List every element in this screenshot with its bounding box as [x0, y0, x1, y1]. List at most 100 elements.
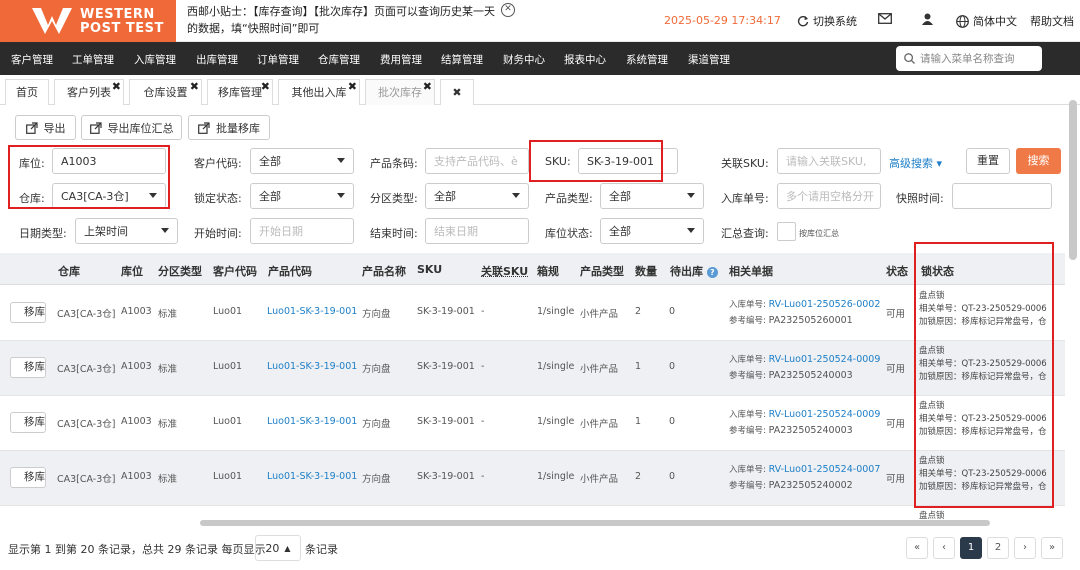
cell-product-code[interactable]: Luo01-SK-3-19-001: [267, 471, 357, 482]
vertical-scrollbar[interactable]: [1069, 100, 1077, 260]
switch-system-button[interactable]: 切换系统: [797, 13, 857, 29]
nav-item-finance[interactable]: 财务中心: [503, 52, 545, 67]
nav-item-inbound[interactable]: 入库管理: [134, 52, 176, 67]
nav-item-customer[interactable]: 客户管理: [11, 52, 53, 67]
tab-batch-inventory[interactable]: 批次库存 ✖: [365, 79, 435, 105]
location-status-select[interactable]: 全部: [600, 218, 704, 244]
cell-product-code[interactable]: Luo01-SK-3-19-001: [267, 416, 357, 427]
lock-status-select[interactable]: 全部: [250, 183, 354, 209]
help-link[interactable]: 帮助文档: [1030, 13, 1074, 29]
tab-customer-list[interactable]: 客户列表 ✖: [54, 79, 124, 105]
nav-item-report[interactable]: 报表中心: [564, 52, 606, 67]
product-type-select[interactable]: 全部: [600, 183, 704, 209]
close-icon[interactable]: ✖: [261, 81, 270, 92]
prev-page-button[interactable]: ‹: [933, 537, 955, 559]
cell-product-type: 小件产品: [580, 309, 619, 320]
user-button[interactable]: [922, 13, 933, 25]
nav-item-warehouse[interactable]: 仓库管理: [318, 52, 360, 67]
col-location: 库位: [121, 265, 143, 278]
nav-item-workorder[interactable]: 工单管理: [72, 52, 114, 67]
move-location-button[interactable]: 移库位: [10, 467, 46, 488]
nav-item-channel[interactable]: 渠道管理: [688, 52, 730, 67]
col-pending: 待出库 ?: [670, 263, 718, 279]
mail-button[interactable]: [878, 13, 892, 24]
logo-mark-icon: [32, 8, 72, 34]
nav-item-system[interactable]: 系统管理: [626, 52, 668, 67]
related-sku-input[interactable]: 请输入关联SKU,: [777, 148, 881, 174]
language-selector[interactable]: 简体中文: [956, 13, 1017, 29]
snapshot-input[interactable]: [952, 183, 1052, 209]
customer-code-select[interactable]: 全部: [250, 148, 354, 174]
cell-location: A1003: [121, 361, 152, 372]
location-status-label: 库位状态:: [545, 227, 593, 240]
logo-line1: WESTERN: [80, 7, 155, 22]
cell-status: 可用: [886, 309, 906, 320]
last-page-button[interactable]: »: [1041, 537, 1063, 559]
reset-button[interactable]: 重置: [966, 148, 1010, 174]
summary-query-label: 汇总查询:: [721, 227, 769, 240]
cell-zone-type: 标准: [158, 474, 178, 485]
doc-inbound: 入库单号: RV-Luo01-250524-0009: [729, 408, 880, 420]
help-icon[interactable]: ?: [706, 267, 718, 278]
next-page-button[interactable]: ›: [1014, 537, 1036, 559]
tab-home[interactable]: 首页: [5, 79, 49, 105]
end-date-input[interactable]: 结束日期: [425, 218, 529, 244]
doc-inbound-link[interactable]: RV-Luo01-250524-0007: [769, 464, 881, 475]
cell-product-code[interactable]: Luo01-SK-3-19-001: [267, 306, 357, 317]
nav-item-settlement[interactable]: 结算管理: [441, 52, 483, 67]
export-summary-button[interactable]: 导出库位汇总: [81, 115, 182, 140]
batch-move-button[interactable]: 批量移库: [188, 115, 270, 140]
top-header: WESTERN POST TEST 西邮小贴士：【库存查询】【批次库存】页面可以…: [0, 0, 1080, 42]
logo[interactable]: WESTERN POST TEST: [0, 0, 176, 42]
move-location-button[interactable]: 移库位: [10, 357, 46, 378]
export-button[interactable]: 导出: [15, 115, 76, 140]
cell-product-type: 小件产品: [580, 364, 619, 375]
search-button[interactable]: 搜索: [1016, 148, 1061, 174]
table-row: 移库位 CA3[CA-3仓] A1003 标准 Luo01 Luo01-SK-3-19-0…: [0, 451, 1065, 506]
tab-other-inout[interactable]: 其他出入库 ✖: [278, 79, 360, 105]
cell-product-name: 方向盘: [362, 474, 391, 485]
page-button-1[interactable]: 1: [960, 537, 982, 559]
customer-code-label: 客户代码:: [194, 157, 242, 170]
doc-inbound-link[interactable]: RV-Luo01-250524-0009: [769, 409, 881, 420]
close-icon[interactable]: ✖: [348, 81, 357, 92]
close-icon[interactable]: ✕: [501, 3, 515, 17]
nav-item-order[interactable]: 订单管理: [257, 52, 299, 67]
page-size-value: 20: [265, 541, 280, 555]
inbound-no-label: 入库单号:: [721, 192, 769, 205]
chevron-down-icon: ▾: [933, 157, 943, 170]
nav-item-outbound[interactable]: 出库管理: [196, 52, 238, 67]
nav-item-fee[interactable]: 费用管理: [380, 52, 422, 67]
start-date-input[interactable]: 开始日期: [250, 218, 354, 244]
highlight-box: [8, 145, 170, 209]
close-icon[interactable]: ✖: [423, 81, 432, 92]
tab-warehouse-settings[interactable]: 仓库设置 ✖: [129, 79, 202, 105]
product-barcode-input[interactable]: 支持产品代码、è: [425, 148, 529, 174]
page-size-select[interactable]: 20 ▲: [255, 535, 301, 561]
doc-inbound-link[interactable]: RV-Luo01-250524-0009: [769, 354, 881, 365]
menu-search-placeholder: 请输入菜单名称查询: [920, 53, 1015, 65]
zone-type-select[interactable]: 全部: [425, 183, 529, 209]
cell-zone-type: 标准: [158, 364, 178, 375]
summary-checkbox[interactable]: [777, 222, 796, 241]
menu-search-input[interactable]: 请输入菜单名称查询: [896, 46, 1042, 71]
export-icon: [89, 121, 102, 134]
advanced-search-link[interactable]: 高级搜索 ▾: [889, 155, 942, 171]
close-all-tabs-button[interactable]: ✖: [440, 79, 474, 105]
language-label: 简体中文: [973, 15, 1017, 28]
move-location-button[interactable]: 移库位: [10, 302, 46, 323]
move-location-button[interactable]: 移库位: [10, 412, 46, 433]
close-icon[interactable]: ✖: [112, 81, 121, 92]
inbound-no-input[interactable]: 多个请用空格分开: [777, 183, 881, 209]
page-button-2[interactable]: 2: [987, 537, 1009, 559]
cell-qty: 2: [635, 306, 642, 317]
chevron-down-icon: [687, 193, 695, 198]
horizontal-scrollbar[interactable]: [200, 520, 990, 526]
first-page-button[interactable]: «: [906, 537, 928, 559]
tab-move-management[interactable]: 移库管理 ✖: [207, 79, 273, 105]
chevron-down-icon: [161, 228, 169, 233]
date-type-select[interactable]: 上架时间: [75, 218, 178, 244]
close-icon[interactable]: ✖: [190, 81, 199, 92]
doc-inbound-link[interactable]: RV-Luo01-250526-0002: [769, 299, 881, 310]
cell-product-code[interactable]: Luo01-SK-3-19-001: [267, 361, 357, 372]
